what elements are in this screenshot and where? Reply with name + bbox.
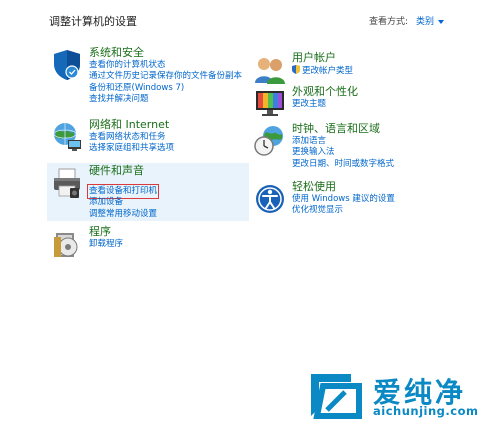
category-title[interactable]: 外观和个性化: [292, 85, 448, 99]
link-mobility-settings[interactable]: 调整常用移动设置: [89, 209, 247, 220]
category-user-accounts: 用户帐户 更改帐户类型: [250, 50, 450, 84]
link-change-date-time-format[interactable]: 更改日期、时间或数字格式: [292, 159, 448, 170]
category-ease-of-access: 轻松使用 使用 Windows 建议的设置 优化视觉显示: [250, 179, 450, 219]
watermark: 爱纯净 aichunjing.com: [305, 370, 495, 424]
category-network-internet: 网络和 Internet 查看网络状态和任务 选择家庭组和共享选项: [47, 117, 252, 157]
link-add-device[interactable]: 添加设备: [89, 197, 247, 208]
chevron-down-icon: [438, 19, 444, 24]
category-title[interactable]: 系统和安全: [89, 46, 250, 60]
view-by-value: 类别: [415, 17, 434, 27]
page-title: 调整计算机的设置: [49, 15, 137, 28]
watermark-logo-icon: [311, 374, 362, 419]
appearance-monitor-icon: [256, 91, 284, 116]
shield-icon: [54, 50, 80, 80]
ease-of-access-icon: [256, 185, 284, 213]
view-by: 查看方式: 类别: [369, 14, 444, 27]
link-optimize-visual-display[interactable]: 优化视觉显示: [292, 205, 448, 216]
link-change-input-method[interactable]: 更换输入法: [292, 147, 448, 158]
clock-globe-icon: [254, 126, 283, 156]
link-homegroup-sharing[interactable]: 选择家庭组和共享选项: [89, 143, 250, 154]
view-by-dropdown[interactable]: 类别: [416, 17, 444, 27]
link-add-language[interactable]: 添加语言: [292, 136, 448, 147]
category-appearance: 外观和个性化 更改主题: [250, 84, 450, 116]
link-change-theme[interactable]: 更改主题: [292, 99, 448, 110]
category-title[interactable]: 时钟、语言和区域: [292, 122, 448, 136]
link-recommended-settings[interactable]: 使用 Windows 建议的设置: [292, 194, 448, 205]
category-system-security: 系统和安全 查看你的计算机状态 通过文件历史记录保存你的文件备份副本 备份和还原…: [47, 45, 252, 111]
category-title[interactable]: 程序: [89, 225, 250, 239]
category-title[interactable]: 网络和 Internet: [89, 118, 250, 132]
category-title[interactable]: 硬件和声音: [89, 164, 247, 178]
view-by-label: 查看方式:: [368, 17, 408, 27]
printer-icon: [54, 168, 80, 198]
category-hardware-sound: 硬件和声音 查看设备和打印机 添加设备 调整常用移动设置: [47, 163, 249, 221]
category-title[interactable]: 轻松使用: [292, 180, 448, 194]
link-backup-restore[interactable]: 备份和还原(Windows 7): [89, 83, 250, 94]
watermark-url: aichunjing.com: [373, 404, 479, 418]
link-file-history-backup[interactable]: 通过文件历史记录保存你的文件备份副本: [89, 71, 250, 82]
link-change-account-type[interactable]: 更改帐户类型: [292, 65, 448, 77]
link-devices-printers[interactable]: 查看设备和打印机: [86, 183, 160, 200]
link-troubleshoot[interactable]: 查找并解决问题: [89, 94, 250, 105]
category-programs: 程序 卸载程序: [47, 224, 252, 260]
programs-icon: [54, 233, 78, 257]
uac-shield-icon: [292, 65, 300, 74]
link-uninstall-program[interactable]: 卸载程序: [89, 239, 250, 250]
category-title[interactable]: 用户帐户: [292, 51, 448, 65]
network-globe-icon: [53, 123, 81, 151]
link-network-status[interactable]: 查看网络状态和任务: [89, 132, 250, 143]
link-view-computer-status[interactable]: 查看你的计算机状态: [89, 60, 250, 71]
link-label: 更改帐户类型: [302, 66, 354, 76]
users-icon: [255, 58, 285, 84]
category-clock-language-region: 时钟、语言和区域 添加语言 更换输入法 更改日期、时间或数字格式: [250, 121, 450, 173]
